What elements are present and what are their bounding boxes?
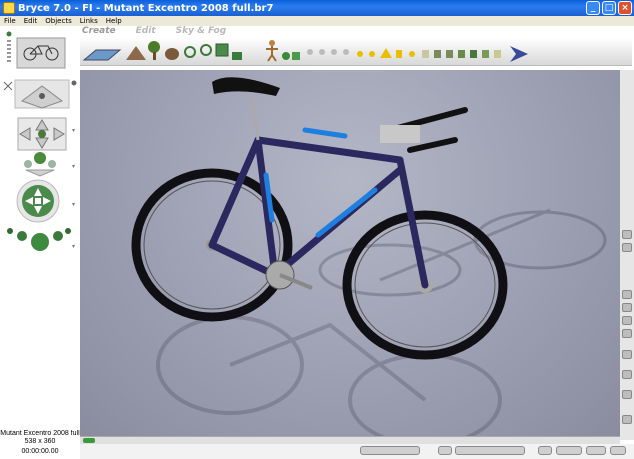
terrain-icon[interactable] (126, 46, 146, 60)
camera-trackball-icon[interactable] (14, 79, 70, 109)
handlebar-stem (380, 125, 420, 143)
3d-viewport[interactable] (80, 70, 620, 447)
add-key-button[interactable] (538, 446, 552, 455)
undo-icon[interactable] (622, 370, 632, 379)
visibility-icon[interactable] (622, 350, 632, 359)
bicycle-crank (265, 260, 313, 290)
water-plane-icon[interactable] (82, 49, 122, 61)
camera-icon[interactable] (510, 46, 528, 62)
chevron-down-icon[interactable]: ▾ (72, 128, 75, 134)
person-icon[interactable] (266, 40, 278, 62)
left-control-panel: ▾ ▾ ▾ ▾ Mutant Excentro 2008 full 538 x … (0, 26, 80, 459)
menu-edit[interactable]: Edit (20, 16, 42, 26)
reset-view-icon[interactable] (3, 81, 13, 91)
camera-pan-xy-icon[interactable] (17, 117, 67, 151)
render-resolution: 538 x 360 (24, 438, 56, 445)
animation-controls (80, 444, 634, 459)
edit-pencil-icon[interactable] (622, 230, 632, 239)
light-icon[interactable] (357, 48, 415, 58)
sphere-icon[interactable] (282, 52, 300, 60)
tree-icon[interactable] (148, 41, 160, 60)
minimize-button[interactable]: _ (586, 1, 600, 15)
chevron-down-icon[interactable]: ▾ (72, 202, 75, 208)
create-toolbar (80, 38, 632, 66)
remove-key-button[interactable] (556, 446, 582, 455)
rewind-button[interactable] (438, 446, 452, 455)
menu-help[interactable]: Help (102, 16, 126, 26)
menu-file[interactable]: File (0, 16, 20, 26)
bryce-workspace: ▾ ▾ ▾ ▾ Mutant Excentro 2008 full 538 x … (0, 26, 634, 459)
render-dot-icon[interactable] (71, 80, 77, 86)
options-button[interactable] (586, 446, 606, 455)
fill-icon[interactable] (622, 390, 632, 399)
texture-icon[interactable] (622, 303, 632, 312)
animation-time: 00:00:00.00 (21, 448, 59, 455)
object-list-icon[interactable] (622, 316, 632, 325)
tab-create[interactable]: Create (82, 26, 116, 38)
display-mode-icon[interactable] (622, 243, 632, 252)
close-button[interactable]: × (618, 1, 632, 15)
title-bar: Bryce 7.0 - FI - Mutant Excentro 2008 fu… (0, 0, 634, 16)
bicycle-seat (212, 77, 280, 141)
camera-trackball-sphere-icon[interactable] (16, 179, 60, 223)
animation-timeline[interactable] (80, 436, 620, 444)
rock-icon[interactable] (165, 48, 179, 60)
scene-name: Mutant Excentro 2008 full (0, 430, 80, 437)
bicycle-frame (208, 136, 429, 289)
bryce-app-icon (3, 2, 15, 14)
view-memory-dots-icon[interactable] (6, 31, 12, 63)
tab-edit[interactable]: Edit (136, 26, 156, 38)
playback-controls[interactable] (455, 446, 525, 455)
render-animation-button[interactable] (610, 446, 626, 455)
tab-sky-fog[interactable]: Sky & Fog (176, 26, 227, 38)
cube-icon[interactable] (215, 43, 242, 60)
menu-links[interactable]: Links (76, 16, 102, 26)
palette-tabs: Create Edit Sky & Fog (82, 26, 226, 38)
menu-bar: File Edit Objects Links Help (0, 16, 634, 26)
window-title: Bryce 7.0 - FI - Mutant Excentro 2008 fu… (18, 2, 274, 14)
chevron-down-icon[interactable]: ▾ (72, 244, 75, 250)
arrow-down-icon[interactable] (622, 415, 632, 424)
right-toolstrip (620, 70, 634, 440)
control-palette: ▾ ▾ ▾ ▾ (3, 31, 77, 251)
chevron-down-icon[interactable]: ▾ (72, 164, 75, 170)
maximize-button[interactable]: □ (602, 1, 616, 15)
primitive-icon[interactable] (307, 49, 349, 55)
scene-render (131, 77, 607, 447)
render-mode-icon[interactable] (622, 290, 632, 299)
menu-objects[interactable]: Objects (41, 16, 75, 26)
keyframe-track-button[interactable] (360, 446, 420, 455)
torus-icon[interactable] (184, 44, 212, 58)
zoom-controls-icon[interactable] (7, 228, 71, 251)
camera-z-icon[interactable] (24, 152, 56, 177)
sky-object-icon[interactable] (422, 50, 501, 58)
timeline-handle[interactable] (83, 438, 95, 443)
preview-icon[interactable] (622, 329, 632, 338)
bicycle-reflection (156, 315, 502, 447)
